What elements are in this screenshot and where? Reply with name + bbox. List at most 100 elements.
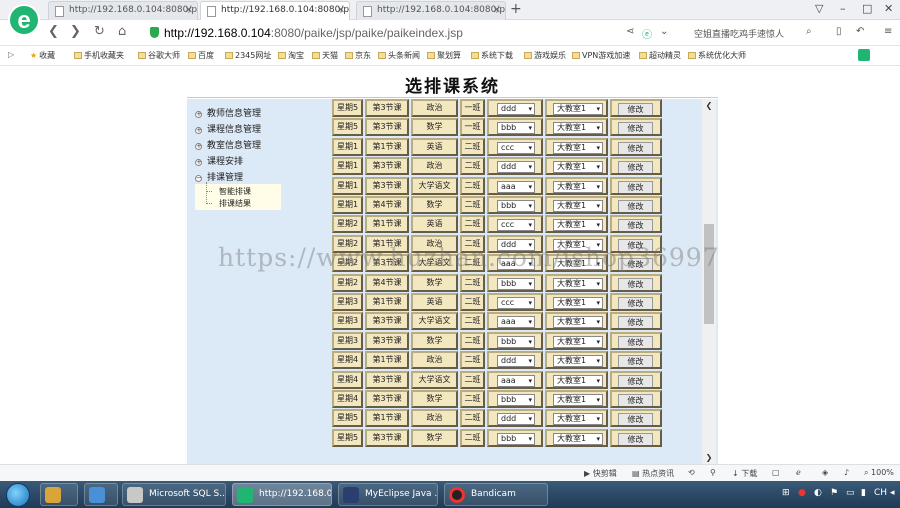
browser-tab[interactable]: http://192.168.0.104:8080/pai ✕	[48, 1, 198, 20]
room-select[interactable]: 大教室1 ▾	[553, 355, 603, 368]
quick-clip-button[interactable]: ▶ 快剪辑	[584, 468, 617, 479]
tray-display-icon[interactable]: ▭	[846, 488, 855, 498]
bookmark-item[interactable]: 京东	[345, 50, 371, 61]
bookmark-item[interactable]: 淘宝	[278, 50, 304, 61]
room-select[interactable]: 大教室1 ▾	[553, 200, 603, 212]
forward-icon[interactable]: ❯	[70, 24, 81, 39]
hot-news-button[interactable]: ▤ 热点资讯	[632, 468, 674, 479]
scroll-down-icon[interactable]: ❯	[702, 453, 716, 462]
room-select[interactable]: 大教室1 ▾	[553, 374, 603, 387]
undo-icon[interactable]: ↶	[856, 26, 864, 37]
sidebar-subitem[interactable]: 智能排课	[219, 186, 251, 197]
expand-icon[interactable]: +	[195, 143, 202, 150]
bookmark-item[interactable]: 超动精灵	[639, 50, 681, 61]
close-window-button[interactable]: ✕	[884, 2, 893, 15]
teacher-select[interactable]: aaa ▾	[497, 316, 535, 329]
bookmark-item[interactable]: 系统优化大师	[688, 50, 746, 61]
teacher-select[interactable]: ddd ▾	[497, 413, 535, 426]
edit-button[interactable]: 修改	[618, 413, 653, 426]
browser-tab[interactable]: http://192.168.0.104:8080/pai ✕	[356, 1, 506, 20]
scroll-thumb[interactable]	[704, 224, 714, 324]
taskbar-item[interactable]: MyEclipse Java ...	[338, 483, 438, 506]
room-select[interactable]: 大教室1 ▾	[553, 103, 603, 115]
new-tab-button[interactable]: +	[510, 1, 522, 17]
home-icon[interactable]: ⌂	[118, 24, 126, 39]
edit-button[interactable]: 修改	[618, 122, 653, 135]
bookmark-item[interactable]: 谷歌大师	[138, 50, 180, 61]
expand-icon[interactable]: +	[195, 159, 202, 166]
sidebar-item[interactable]: + 教师信息管理	[195, 106, 261, 119]
tray-flag-icon[interactable]: ⚑	[830, 488, 838, 498]
edit-button[interactable]: 修改	[618, 432, 653, 445]
edit-button[interactable]: 修改	[618, 161, 653, 174]
extension-icon[interactable]	[858, 49, 870, 61]
security-shield-icon[interactable]	[150, 27, 159, 38]
teacher-select[interactable]: ddd ▾	[497, 103, 535, 115]
url-input[interactable]: http://192.168.0.104:8080/paike/jsp/paik…	[164, 26, 463, 40]
reload-icon[interactable]: ↻	[94, 24, 105, 39]
bookmark-item[interactable]: ★ 收藏	[30, 50, 55, 61]
edit-button[interactable]: 修改	[618, 297, 653, 309]
bookmark-item[interactable]: VPN游戏加速	[572, 50, 630, 61]
vertical-scrollbar[interactable]: ❮ ❯	[702, 99, 716, 464]
teacher-select[interactable]: ddd ▾	[497, 355, 535, 368]
tab-close-icon[interactable]: ✕	[337, 5, 345, 16]
browser-e-icon[interactable]: ⓔ	[642, 26, 652, 41]
teacher-select[interactable]: bbb ▾	[497, 432, 535, 445]
sidebar-item[interactable]: + 课程信息管理	[195, 122, 261, 135]
tray-network-icon[interactable]: ⊞	[782, 488, 790, 498]
tab-close-icon[interactable]: ✕	[185, 5, 193, 16]
room-select[interactable]: 大教室1 ▾	[553, 394, 603, 406]
share-icon[interactable]: ⋖	[626, 26, 634, 37]
teacher-select[interactable]: bbb ▾	[497, 277, 535, 290]
status-pin-icon[interactable]: ⚲	[710, 468, 716, 477]
download-button[interactable]: ↓ 下载	[732, 468, 757, 479]
edit-button[interactable]: 修改	[618, 335, 653, 348]
expand-icon[interactable]: +	[195, 127, 202, 134]
tab-close-icon[interactable]: ✕	[493, 5, 501, 16]
tray-signal-icon[interactable]: ▮	[861, 488, 866, 498]
edit-button[interactable]: 修改	[618, 141, 653, 154]
sidebar-item[interactable]: − 排课管理	[195, 170, 243, 183]
edit-button[interactable]: 修改	[618, 200, 653, 212]
bookmark-item[interactable]: 聚划算	[427, 50, 461, 61]
sidebar-toggle-icon[interactable]: ▷	[8, 50, 14, 59]
teacher-select[interactable]: bbb ▾	[497, 335, 535, 348]
room-select[interactable]: 大教室1 ▾	[553, 219, 603, 232]
bookmark-item[interactable]: 游戏娱乐	[524, 50, 566, 61]
collapse-icon[interactable]: −	[195, 175, 202, 182]
expand-icon[interactable]: +	[195, 111, 202, 118]
room-select[interactable]: 大教室1 ▾	[553, 141, 603, 154]
tray-ime-icon[interactable]: ◐	[814, 488, 822, 498]
teacher-select[interactable]: ccc ▾	[497, 297, 535, 309]
room-select[interactable]: 大教室1 ▾	[553, 161, 603, 174]
edit-button[interactable]: 修改	[618, 277, 653, 290]
teacher-select[interactable]: ddd ▾	[497, 161, 535, 174]
teacher-select[interactable]: bbb ▾	[497, 122, 535, 135]
room-select[interactable]: 大教室1 ▾	[553, 432, 603, 445]
search-icon[interactable]: ⌕	[806, 26, 812, 37]
menu-icon[interactable]: ≡	[884, 26, 892, 37]
zoom-level[interactable]: ⌕ 100%	[864, 468, 894, 478]
room-select[interactable]: 大教室1 ▾	[553, 277, 603, 290]
tray-record-icon[interactable]: ●	[798, 488, 806, 498]
taskbar-item[interactable]: Microsoft SQL S...	[122, 483, 226, 506]
browser-tab[interactable]: http://192.168.0.104:8080/paik ✕	[200, 1, 350, 20]
sound-icon[interactable]: ♪	[844, 468, 849, 477]
teacher-select[interactable]: aaa ▾	[497, 374, 535, 387]
bookmark-item[interactable]: 系统下载	[471, 50, 513, 61]
bookmark-item[interactable]: 头条新闻	[378, 50, 420, 61]
sidebar-item[interactable]: + 教室信息管理	[195, 138, 261, 151]
taskbar-item[interactable]: http://192.168.0...	[232, 483, 332, 506]
window-menu-icon[interactable]: ▽	[815, 2, 823, 15]
teacher-select[interactable]: bbb ▾	[497, 394, 535, 406]
edit-button[interactable]: 修改	[618, 103, 653, 115]
bookmark-item[interactable]: 天猫	[312, 50, 338, 61]
scroll-up-icon[interactable]: ❮	[702, 101, 716, 110]
reader-icon[interactable]: ▯	[836, 26, 842, 37]
edit-button[interactable]: 修改	[618, 355, 653, 368]
status-ie-icon[interactable]: ℯ	[796, 468, 801, 477]
room-select[interactable]: 大教室1 ▾	[553, 297, 603, 309]
teacher-select[interactable]: aaa ▾	[497, 180, 535, 193]
edit-button[interactable]: 修改	[618, 180, 653, 193]
